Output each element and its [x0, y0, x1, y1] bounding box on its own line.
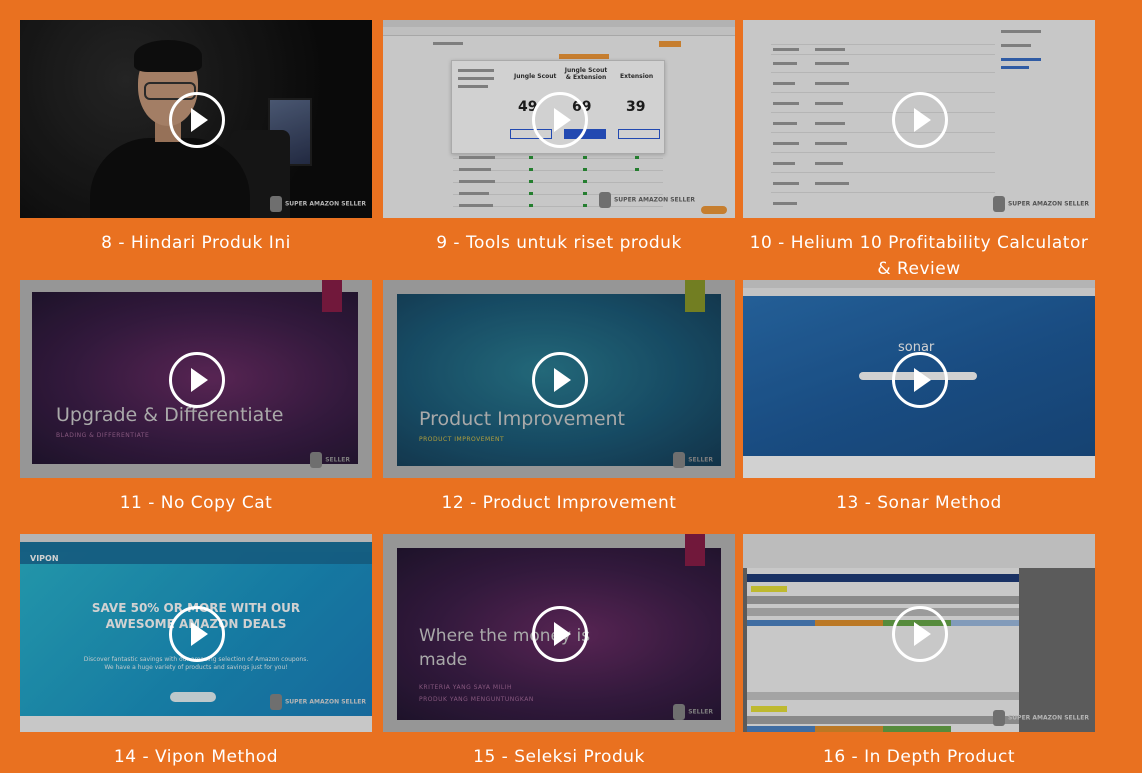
video-title[interactable]: 14 - Vipon Method: [20, 744, 372, 770]
video-card[interactable]: SUPER AMAZON SELLER 16 - In Depth Produc…: [743, 534, 1095, 770]
video-title[interactable]: 15 - Seleksi Produk: [383, 744, 735, 770]
video-card[interactable]: VIPON SAVE 50% OR MORE WITH OUR AWESOME A…: [20, 534, 372, 770]
play-circle-icon[interactable]: [532, 92, 588, 148]
play-circle-icon[interactable]: [532, 352, 588, 408]
video-card[interactable]: SUPER AMAZON SELLER 8 - Hindari Produk I…: [20, 20, 372, 256]
video-card[interactable]: sonar 13 - Sonar Method: [743, 280, 1095, 516]
video-thumbnail[interactable]: Where the money is made KRITERIA YANG SAY…: [383, 534, 735, 732]
video-title[interactable]: 10 - Helium 10 Profitability Calculator …: [743, 230, 1095, 282]
video-thumbnail[interactable]: SUPER AMAZON SELLER: [20, 20, 372, 218]
video-title[interactable]: 8 - Hindari Produk Ini: [20, 230, 372, 256]
video-thumbnail[interactable]: Product Improvement PRODUCT IMPROVEMENT …: [383, 280, 735, 478]
video-card[interactable]: Where the money is made KRITERIA YANG SAY…: [383, 534, 735, 770]
video-title[interactable]: 11 - No Copy Cat: [20, 490, 372, 516]
video-grid: SUPER AMAZON SELLER 8 - Hindari Produk I…: [0, 0, 1142, 773]
play-circle-icon[interactable]: [169, 352, 225, 408]
video-thumbnail[interactable]: Upgrade & Differentiate BLADING & DIFFER…: [20, 280, 372, 478]
video-thumbnail[interactable]: SUPER AMAZON SELLER: [743, 534, 1095, 732]
video-card[interactable]: Upgrade & Differentiate BLADING & DIFFER…: [20, 280, 372, 516]
play-circle-icon[interactable]: [892, 352, 948, 408]
video-card[interactable]: Product Improvement PRODUCT IMPROVEMENT …: [383, 280, 735, 516]
play-circle-icon[interactable]: [892, 606, 948, 662]
video-title[interactable]: 9 - Tools untuk riset produk: [383, 230, 735, 256]
video-title[interactable]: 16 - In Depth Product: [743, 744, 1095, 770]
video-thumbnail[interactable]: sonar: [743, 280, 1095, 478]
play-circle-icon[interactable]: [169, 92, 225, 148]
play-circle-icon[interactable]: [532, 606, 588, 662]
video-title[interactable]: 13 - Sonar Method: [743, 490, 1095, 516]
play-circle-icon[interactable]: [169, 606, 225, 662]
play-circle-icon[interactable]: [892, 92, 948, 148]
video-card[interactable]: Jungle Scout Jungle Scout & Extension Ex…: [383, 20, 735, 256]
video-thumbnail[interactable]: SUPER AMAZON SELLER: [743, 20, 1095, 218]
video-thumbnail[interactable]: Jungle Scout Jungle Scout & Extension Ex…: [383, 20, 735, 218]
video-title[interactable]: 12 - Product Improvement: [383, 490, 735, 516]
video-card[interactable]: SUPER AMAZON SELLER 10 - Helium 10 Profi…: [743, 20, 1095, 282]
video-thumbnail[interactable]: VIPON SAVE 50% OR MORE WITH OUR AWESOME A…: [20, 534, 372, 732]
